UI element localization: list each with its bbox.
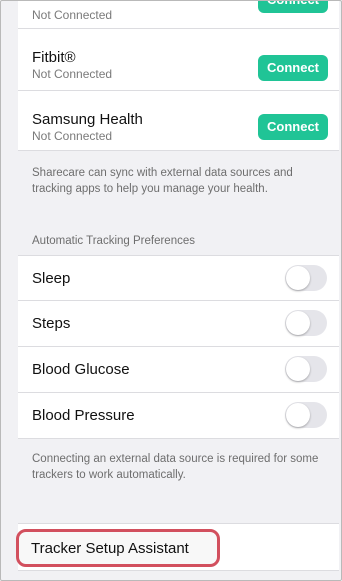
connect-button[interactable]: Connect: [258, 114, 328, 140]
tracking-preferences-header: Automatic Tracking Preferences: [32, 235, 195, 247]
source-row-fitbit: Fitbit® Not Connected Connect: [18, 29, 339, 91]
app-frame: Not Connected Connect Fitbit® Not Connec…: [0, 0, 342, 581]
settings-panel: Not Connected Connect Fitbit® Not Connec…: [16, 1, 339, 580]
connect-button[interactable]: Connect: [258, 55, 328, 81]
tracking-item-label: Sleep: [32, 270, 71, 287]
toggle-knob: [286, 357, 310, 381]
source-row-samsung-health: Samsung Health Not Connected Connect: [18, 91, 339, 151]
tracking-item-label: Blood Glucose: [32, 361, 130, 378]
toggle-knob: [286, 266, 310, 290]
tracking-item-label: Steps: [32, 315, 71, 332]
connect-button[interactable]: Connect: [258, 1, 328, 13]
source-status: Not Connected: [32, 67, 113, 81]
tracking-item-label: Blood Pressure: [32, 407, 135, 424]
source-name: Fitbit®: [32, 49, 76, 66]
setup-assistant-row: Tracker Setup Assistant: [16, 523, 339, 571]
source-row-top: Not Connected Connect: [18, 1, 339, 29]
tracking-item-sleep: Sleep: [18, 255, 339, 301]
tracker-setup-assistant-button[interactable]: Tracker Setup Assistant: [16, 529, 220, 567]
blood-glucose-toggle[interactable]: [285, 356, 327, 382]
sleep-toggle[interactable]: [285, 265, 327, 291]
steps-toggle[interactable]: [285, 310, 327, 336]
source-status: Not Connected: [32, 129, 113, 143]
tracking-item-blood-pressure: Blood Pressure: [18, 393, 339, 439]
blood-pressure-toggle[interactable]: [285, 402, 327, 428]
tracking-item-blood-glucose: Blood Glucose: [18, 347, 339, 393]
sync-note: Sharecare can sync with external data so…: [32, 167, 293, 195]
tracker-setup-assistant-label: Tracker Setup Assistant: [31, 540, 189, 557]
toggle-knob: [286, 311, 310, 335]
tracking-note: Connecting an external data source is re…: [32, 453, 319, 481]
source-status: Not Connected: [32, 8, 113, 22]
toggle-knob: [286, 403, 310, 427]
source-name: Samsung Health: [32, 111, 143, 128]
tracking-item-steps: Steps: [18, 301, 339, 347]
